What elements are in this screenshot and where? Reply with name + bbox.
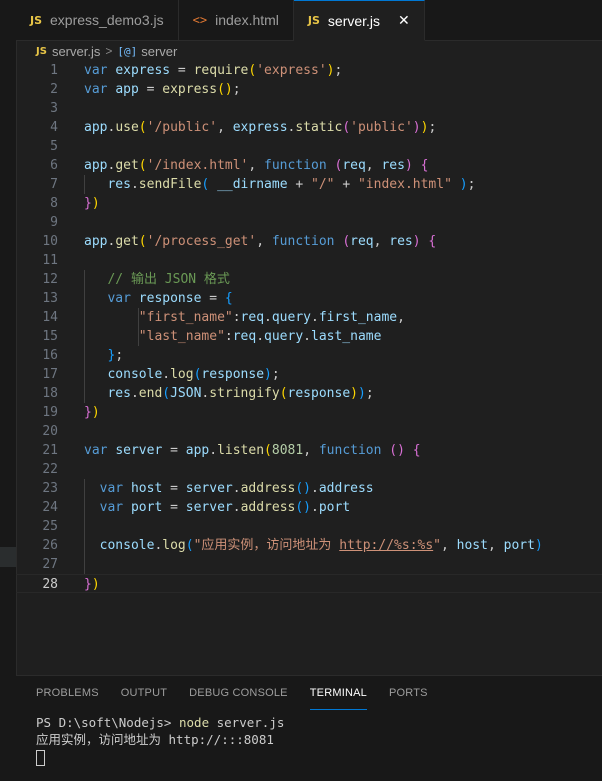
editor-tab-bar: JS express_demo3.js <> index.html JS ser… — [16, 0, 602, 41]
line-number: 17 — [42, 367, 58, 382]
line-number: 4 — [50, 120, 58, 135]
tab-output[interactable]: OUTPUT — [121, 676, 167, 710]
javascript-file-icon: JS — [36, 45, 47, 57]
line-number: 23 — [42, 481, 58, 496]
tab-index-html[interactable]: <> index.html — [178, 0, 294, 40]
terminal[interactable]: PS D:\soft\Nodejs> node server.js 应用实例，访… — [36, 714, 284, 766]
tab-problems[interactable]: PROBLEMS — [36, 676, 99, 710]
tab-label: express_demo3.js — [50, 12, 164, 28]
close-icon[interactable]: ✕ — [398, 12, 410, 29]
tab-label: server.js — [327, 12, 381, 29]
breadcrumb: JS server.js > [@] server — [36, 41, 177, 61]
html-file-icon: <> — [192, 13, 208, 27]
bottom-panel: PROBLEMS OUTPUT DEBUG CONSOLE TERMINAL P… — [16, 675, 602, 781]
line-number: 13 — [42, 291, 58, 306]
line-number: 9 — [50, 215, 58, 230]
code-line: 5 — [16, 137, 602, 156]
breadcrumb-symbol[interactable]: server — [141, 44, 177, 59]
code-line: 1 var express = require('express'); — [16, 61, 602, 80]
tab-debug-console[interactable]: DEBUG CONSOLE — [189, 676, 288, 710]
line-number: 3 — [50, 101, 58, 116]
code-line: 22 — [16, 460, 602, 479]
code-editor[interactable]: 1 var express = require('express'); 2 var … — [16, 61, 602, 596]
breadcrumb-file[interactable]: server.js — [52, 44, 100, 59]
line-number: 18 — [42, 386, 58, 401]
code-line: 3 — [16, 99, 602, 118]
line-number: 6 — [50, 158, 58, 173]
code-line: 9 — [16, 213, 602, 232]
line-number: 25 — [42, 519, 58, 534]
terminal-command: node — [179, 715, 210, 730]
line-number: 7 — [50, 177, 58, 192]
code-line: 14 "first_name":req.query.first_name, — [16, 308, 602, 327]
line-number: 20 — [42, 424, 58, 439]
code-line: 11 — [16, 251, 602, 270]
terminal-args: server.js — [209, 715, 285, 730]
code-line-current: 28}) — [16, 574, 602, 593]
terminal-output: 应用实例，访问地址为 http://:::8081 — [36, 732, 274, 747]
code-line: 26 console.log("应用实例，访问地址为 http://%s:%s"… — [16, 536, 602, 555]
code-line: 27 — [16, 555, 602, 574]
tab-express-demo3[interactable]: JS express_demo3.js — [16, 0, 179, 40]
line-number: 5 — [50, 139, 58, 154]
tab-label: index.html — [215, 12, 279, 28]
line-number: 1 — [50, 63, 58, 78]
line-number: 14 — [42, 310, 58, 325]
activity-indicator — [0, 547, 16, 567]
tab-ports[interactable]: PORTS — [389, 676, 428, 710]
panel-tabs: PROBLEMS OUTPUT DEBUG CONSOLE TERMINAL P… — [16, 676, 602, 710]
code-line: 20 — [16, 422, 602, 441]
code-line: 6 app.get('/index.html', function (req, r… — [16, 156, 602, 175]
code-line: 10 app.get('/process_get', function (req,… — [16, 232, 602, 251]
chevron-right-icon: > — [105, 44, 113, 58]
line-number: 2 — [50, 82, 58, 97]
code-line: 7 res.sendFile( __dirname + "/" + "index… — [16, 175, 602, 194]
code-line: 18 res.end(JSON.stringify(response)); — [16, 384, 602, 403]
line-number: 28 — [42, 577, 58, 592]
line-number: 15 — [42, 329, 58, 344]
line-number: 21 — [42, 443, 58, 458]
code-line: 16 }; — [16, 346, 602, 365]
code-line: 8}) — [16, 194, 602, 213]
terminal-prompt: PS D:\soft\Nodejs> — [36, 715, 179, 730]
line-number: 19 — [42, 405, 58, 420]
code-line: 21 var server = app.listen(8081, function… — [16, 441, 602, 460]
code-line: 25 — [16, 517, 602, 536]
line-number: 10 — [42, 234, 58, 249]
line-number: 11 — [42, 253, 58, 268]
code-line: 17 console.log(response); — [16, 365, 602, 384]
code-line: 13 var response = { — [16, 289, 602, 308]
tab-server-js[interactable]: JS server.js ✕ — [293, 0, 425, 41]
terminal-command-line: PS D:\soft\Nodejs> node server.js — [36, 714, 284, 731]
variable-symbol-icon: [@] — [117, 44, 138, 58]
code-line: 19}) — [16, 403, 602, 422]
code-line: 2 var app = express(); — [16, 80, 602, 99]
javascript-file-icon: JS — [307, 14, 320, 27]
line-number: 16 — [42, 348, 58, 363]
line-number: 27 — [42, 557, 58, 572]
code-line: 4 app.use('/public', express.static('publ… — [16, 118, 602, 137]
line-number: 24 — [42, 500, 58, 515]
tab-terminal[interactable]: TERMINAL — [309, 676, 367, 710]
code-line: 12 // 输出 JSON 格式 — [16, 270, 602, 289]
line-number: 12 — [42, 272, 58, 287]
line-number: 22 — [42, 462, 58, 477]
code-line: 23 var host = server.address().address — [16, 479, 602, 498]
line-number: 26 — [42, 538, 58, 553]
terminal-cursor — [36, 749, 45, 766]
javascript-file-icon: JS — [30, 13, 43, 27]
line-number: 8 — [50, 196, 58, 211]
code-line: 15 "last_name":req.query.last_name — [16, 327, 602, 346]
code-line: 24 var port = server.address().port — [16, 498, 602, 517]
activity-bar — [0, 0, 17, 781]
